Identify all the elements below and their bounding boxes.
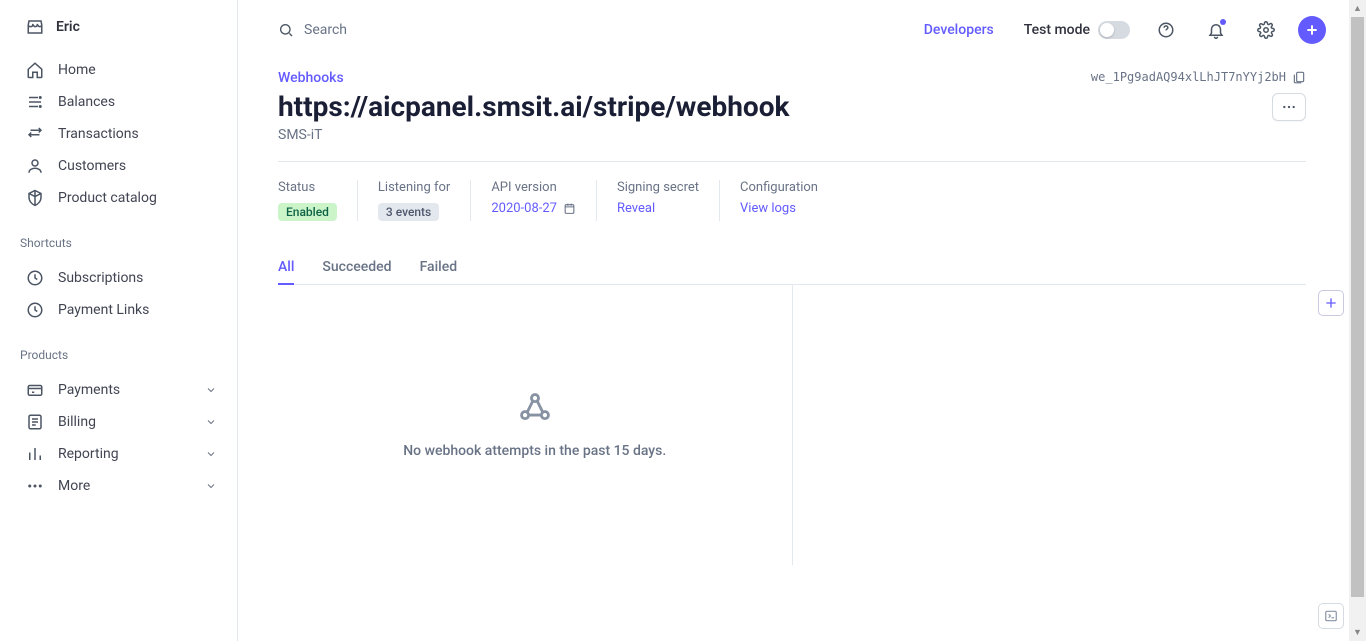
gear-icon <box>1257 21 1275 39</box>
nav-payment-links[interactable]: Payment Links <box>0 294 237 326</box>
scrollbar[interactable]: ▲ ▼ <box>1349 0 1366 641</box>
meta-configuration: Configuration View logs <box>720 180 838 221</box>
webhook-id[interactable]: we_1Pg9adAQ94xlLhJT7nYYj2bH <box>1091 70 1306 84</box>
tab-succeeded[interactable]: Succeeded <box>322 251 391 285</box>
sidebar: Eric Home Balances Transactions Customer… <box>0 0 238 641</box>
meta-listening: Listening for 3 events <box>358 180 471 221</box>
page-title: https://aicpanel.smsit.ai/stripe/webhook <box>278 90 790 123</box>
events-badge[interactable]: 3 events <box>378 203 439 221</box>
search-placeholder: Search <box>304 22 347 38</box>
chevron-down-icon <box>205 480 217 492</box>
nav-more[interactable]: More <box>0 470 237 502</box>
home-icon <box>26 61 44 79</box>
test-mode-wrap: Test mode <box>1024 21 1130 39</box>
plus-icon <box>1323 295 1339 311</box>
attempt-detail <box>793 285 1307 565</box>
breadcrumb[interactable]: Webhooks <box>278 70 344 86</box>
nav-balances[interactable]: Balances <box>0 86 237 118</box>
meta-row: Status Enabled Listening for 3 events AP… <box>278 180 1306 221</box>
billing-icon <box>26 413 44 431</box>
content: Webhooks we_1Pg9adAQ94xlLhJT7nYYj2bH htt… <box>238 60 1366 641</box>
terminal-button[interactable] <box>1318 603 1344 629</box>
create-button[interactable] <box>1298 16 1326 44</box>
topbar: Search Developers Test mode <box>238 0 1366 60</box>
store-icon <box>26 18 44 36</box>
settings-button[interactable] <box>1252 16 1280 44</box>
nav-main: Home Balances Transactions Customers Pro… <box>0 48 237 220</box>
nav-products: Payments Billing Reporting More <box>0 368 237 508</box>
test-mode-toggle[interactable] <box>1098 21 1130 39</box>
webhook-icon <box>518 391 552 429</box>
account-name: Eric <box>56 19 80 35</box>
chevron-down-icon <box>205 448 217 460</box>
meta-api-version: API version 2020-08-27 <box>471 180 597 221</box>
webhook-id-text: we_1Pg9adAQ94xlLhJT7nYYj2bH <box>1091 70 1286 84</box>
scroll-up-arrow[interactable]: ▲ <box>1349 0 1366 17</box>
payments-icon <box>26 381 44 399</box>
developers-link[interactable]: Developers <box>924 22 994 38</box>
products-label: Products <box>0 332 237 368</box>
nav-customers[interactable]: Customers <box>0 150 237 182</box>
ellipsis-icon <box>1282 105 1296 109</box>
reporting-icon <box>26 445 44 463</box>
more-icon <box>26 477 44 495</box>
test-mode-label: Test mode <box>1024 22 1090 38</box>
clipboard-icon <box>1292 70 1306 84</box>
view-logs-link[interactable]: View logs <box>740 201 818 216</box>
more-actions-button[interactable] <box>1272 93 1306 121</box>
customers-icon <box>26 157 44 175</box>
help-icon <box>1157 21 1175 39</box>
balances-icon <box>26 93 44 111</box>
api-version-value[interactable]: 2020-08-27 <box>491 201 576 216</box>
nav-payments[interactable]: Payments <box>0 374 237 406</box>
search-icon <box>278 22 294 38</box>
product-catalog-icon <box>26 189 44 207</box>
transactions-icon <box>26 125 44 143</box>
help-button[interactable] <box>1152 16 1180 44</box>
attempts-list: No webhook attempts in the past 15 days. <box>278 285 793 565</box>
scroll-down-arrow[interactable]: ▼ <box>1349 624 1366 641</box>
status-badge: Enabled <box>278 203 337 221</box>
meta-signing-secret: Signing secret Reveal <box>597 180 720 221</box>
account-switcher[interactable]: Eric <box>0 18 237 48</box>
empty-state-text: No webhook attempts in the past 15 days. <box>403 443 666 459</box>
nav-billing[interactable]: Billing <box>0 406 237 438</box>
calendar-icon <box>563 202 576 215</box>
tabs: All Succeeded Failed <box>278 251 1306 285</box>
page-subtitle: SMS-iT <box>278 127 1306 143</box>
shortcuts-label: Shortcuts <box>0 220 237 256</box>
notifications-button[interactable] <box>1202 16 1230 44</box>
main: Search Developers Test mode <box>238 0 1366 641</box>
notification-dot <box>1220 19 1226 25</box>
tab-all[interactable]: All <box>278 251 294 285</box>
nav-reporting[interactable]: Reporting <box>0 438 237 470</box>
clock-icon <box>26 301 44 319</box>
reveal-secret-link[interactable]: Reveal <box>617 201 699 216</box>
divider <box>278 161 1306 162</box>
search[interactable]: Search <box>278 22 912 38</box>
nav-product-catalog[interactable]: Product catalog <box>0 182 237 214</box>
nav-home[interactable]: Home <box>0 54 237 86</box>
plus-icon <box>1304 22 1320 38</box>
attempts-panel: No webhook attempts in the past 15 days. <box>278 285 1306 565</box>
scroll-thumb[interactable] <box>1351 17 1364 597</box>
nav-shortcuts: Subscriptions Payment Links <box>0 256 237 332</box>
nav-subscriptions[interactable]: Subscriptions <box>0 262 237 294</box>
meta-status: Status Enabled <box>278 180 358 221</box>
tab-failed[interactable]: Failed <box>420 251 458 285</box>
floating-add-button[interactable] <box>1318 290 1344 316</box>
clock-icon <box>26 269 44 287</box>
chevron-down-icon <box>205 416 217 428</box>
nav-transactions[interactable]: Transactions <box>0 118 237 150</box>
terminal-icon <box>1324 609 1338 623</box>
chevron-down-icon <box>205 384 217 396</box>
